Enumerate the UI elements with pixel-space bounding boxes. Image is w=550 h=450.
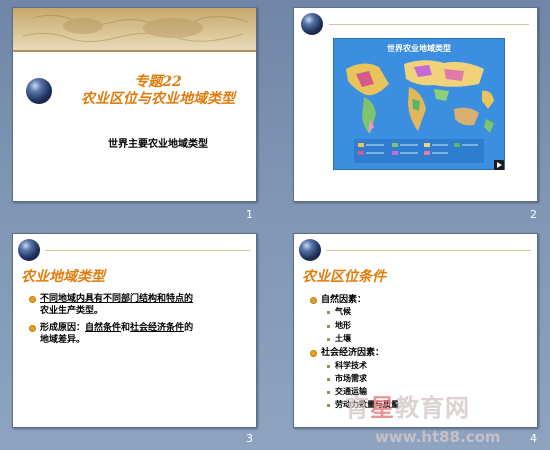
bullet-text-1: 不同地域内具有不同部门结构和特点的 农业生产类型。	[40, 293, 193, 317]
watermark-char-2: 星	[370, 394, 395, 422]
title-line-2: 农业区位与农业地域类型	[81, 91, 235, 107]
world-map-decoration	[22, 14, 249, 42]
sub-bullet-icon	[327, 325, 330, 328]
globe-icon	[301, 13, 323, 35]
bullet-icon	[310, 350, 317, 357]
header-rule	[326, 250, 531, 251]
slide-title: 农业地域类型	[21, 269, 105, 285]
title-banner	[13, 8, 256, 50]
globe-icon	[299, 239, 321, 261]
group-social-factors: 社会经济因素：	[321, 348, 385, 358]
bullet-1-line-2: 农业生产类型。	[40, 306, 104, 316]
watermark-url: www.ht88.com	[375, 428, 501, 446]
sub-bullet-icon	[327, 311, 330, 314]
slide-number-2: 2	[530, 208, 537, 221]
list-item: 气候	[335, 307, 351, 316]
sub-bullet-icon	[327, 338, 330, 341]
map-image	[346, 60, 494, 163]
watermark-logo: 育星教育网	[345, 388, 470, 423]
bullet-2-natural: 自然条件	[85, 323, 122, 333]
banner-divider	[13, 50, 256, 52]
group-natural-factors: 自然因素：	[321, 295, 367, 305]
slide-number-3: 3	[246, 432, 253, 445]
title-line-1: 专题22	[134, 74, 182, 90]
bullet-2-social: 社会经济条件	[130, 323, 185, 333]
bullet-2-and: 和	[121, 323, 131, 333]
slide-thumbnail-3[interactable]: 农业地域类型 不同地域内具有不同部门结构和特点的 农业生产类型。 形成原因：自然…	[12, 233, 257, 428]
bullet-icon	[29, 325, 36, 332]
sub-bullet-icon	[327, 404, 330, 407]
play-icon[interactable]	[494, 160, 504, 170]
slide-thumbnail-1[interactable]: 专题22 农业区位与农业地域类型 世界主要农业地域类型	[12, 7, 257, 202]
list-item: 土壤	[335, 334, 351, 343]
sub-bullet-icon	[327, 365, 330, 368]
bullet-2-suffix: 的	[184, 323, 194, 333]
slide-number-1: 1	[246, 208, 253, 221]
globe-icon	[26, 78, 52, 104]
watermark-char-1: 育	[345, 394, 370, 422]
world-agriculture-map: 世界农业地域类型	[333, 38, 505, 170]
header-rule	[45, 250, 250, 251]
list-item: 科学技术	[335, 361, 367, 370]
slide-number-4: 4	[530, 432, 537, 445]
globe-icon	[18, 239, 40, 261]
list-item: 市场需求	[335, 374, 367, 383]
sub-bullet-icon	[327, 378, 330, 381]
slide-title: 农业区位条件	[302, 269, 386, 285]
bullet-2-line-2: 地域差异。	[40, 335, 86, 345]
sub-bullet-icon	[327, 391, 330, 394]
slide-title: 专题22 农业区位与农业地域类型	[73, 74, 243, 108]
watermark-text: 教育网	[395, 394, 470, 422]
list-item: 地形	[335, 321, 351, 330]
bullet-icon	[29, 296, 36, 303]
slide-subtitle: 世界主要农业地域类型	[108, 139, 208, 150]
bullet-2-prefix: 形成原因：	[40, 323, 86, 333]
bullet-text-2: 形成原因：自然条件和社会经济条件的 地域差异。	[40, 322, 193, 346]
bullet-1-line-1: 不同地域内具有不同部门结构和特点的	[40, 294, 194, 304]
bullet-icon	[310, 297, 317, 304]
header-rule	[329, 24, 529, 25]
slide-thumbnail-2[interactable]: 世界农业地域类型	[293, 7, 538, 202]
